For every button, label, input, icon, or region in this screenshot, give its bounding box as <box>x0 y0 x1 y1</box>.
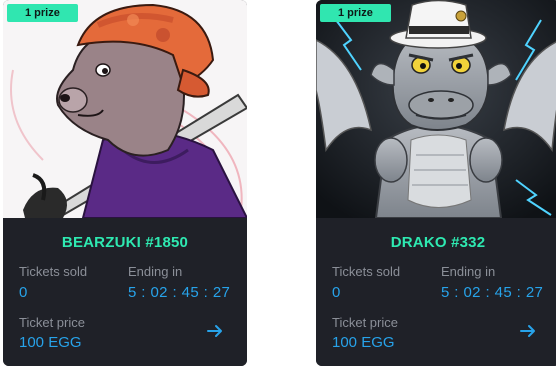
tickets-sold-value: 0 <box>19 284 28 301</box>
arrow-right-icon[interactable] <box>206 322 224 340</box>
dragon-character-image <box>316 0 556 218</box>
ticket-price-label: Ticket price <box>332 315 398 330</box>
countdown-timer: 5 : 02 : 45 : 27 <box>441 284 544 301</box>
prize-badge: 1 prize <box>320 4 391 22</box>
card-info: DRAKO #332 Tickets sold 0 Ending in 5 : … <box>316 218 556 366</box>
card-info: BEARZUKI #1850 Tickets sold 0 Ending in … <box>3 218 247 366</box>
ticket-price-label: Ticket price <box>19 315 85 330</box>
ending-in-label: Ending in <box>441 264 496 279</box>
countdown-timer: 5 : 02 : 45 : 27 <box>128 284 231 301</box>
raffle-card-drako[interactable]: 1 prize DRAKO #332 Tickets sold 0 Ending… <box>316 0 556 366</box>
prize-badge: 1 prize <box>7 4 78 22</box>
tickets-sold-label: Tickets sold <box>19 264 88 279</box>
tickets-sold-label: Tickets sold <box>332 264 401 279</box>
ticket-price-value: 100 EGG <box>19 334 82 351</box>
bear-character-image <box>3 0 247 218</box>
ending-in-label: Ending in <box>128 264 183 279</box>
arrow-right-icon[interactable] <box>519 322 537 340</box>
ticket-price-value: 100 EGG <box>332 334 395 351</box>
nft-title[interactable]: BEARZUKI #1850 <box>3 234 247 251</box>
nft-title[interactable]: DRAKO #332 <box>316 234 556 251</box>
raffle-card-bearzuki[interactable]: 1 prize BEARZUKI #1850 Tickets sold 0 En… <box>3 0 247 366</box>
tickets-sold-value: 0 <box>332 284 341 301</box>
